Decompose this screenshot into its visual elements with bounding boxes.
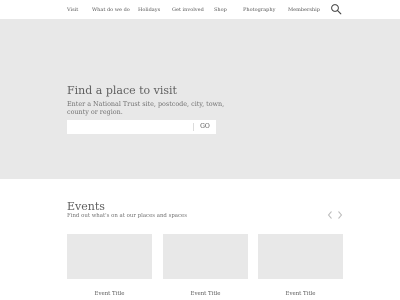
event-card-image — [67, 234, 152, 279]
event-card-title: Event Title — [94, 291, 125, 297]
top-navigation: Visit What do we do Holidays Get involve… — [0, 0, 400, 19]
nav-item-shop[interactable]: Shop — [214, 7, 227, 13]
hero-title: Find a place to visit — [67, 84, 177, 97]
events-heading: Events — [67, 200, 105, 213]
hero-banner — [0, 19, 400, 179]
hero-description: Enter a National Trust site, postcode, c… — [67, 100, 225, 116]
nav-item-photography[interactable]: Photography — [243, 7, 275, 13]
event-card-image — [163, 234, 248, 279]
event-card-title: Event Title — [190, 291, 221, 297]
place-search-box: GO — [67, 120, 216, 134]
nav-item-what-we-do[interactable]: What do we do — [92, 7, 130, 13]
chevron-right-icon[interactable] — [336, 210, 344, 220]
place-search-input[interactable] — [67, 120, 192, 134]
nav-item-get-involved[interactable]: Get involved — [172, 7, 204, 13]
chevron-left-icon[interactable] — [326, 210, 334, 220]
events-subtitle: Find out what's on at our places and spa… — [67, 213, 187, 219]
event-card[interactable]: Event Title — [258, 234, 343, 300]
event-card-title: Event Title — [285, 291, 316, 297]
event-card[interactable]: Event Title — [67, 234, 152, 300]
nav-item-holidays[interactable]: Holidays — [138, 7, 160, 13]
nav-item-visit[interactable]: Visit — [67, 7, 78, 13]
event-card[interactable]: Event Title — [163, 234, 248, 300]
event-card-image — [258, 234, 343, 279]
nav-item-membership[interactable]: Membership — [288, 7, 320, 13]
go-button[interactable]: GO — [194, 120, 216, 134]
search-icon[interactable] — [330, 3, 342, 15]
